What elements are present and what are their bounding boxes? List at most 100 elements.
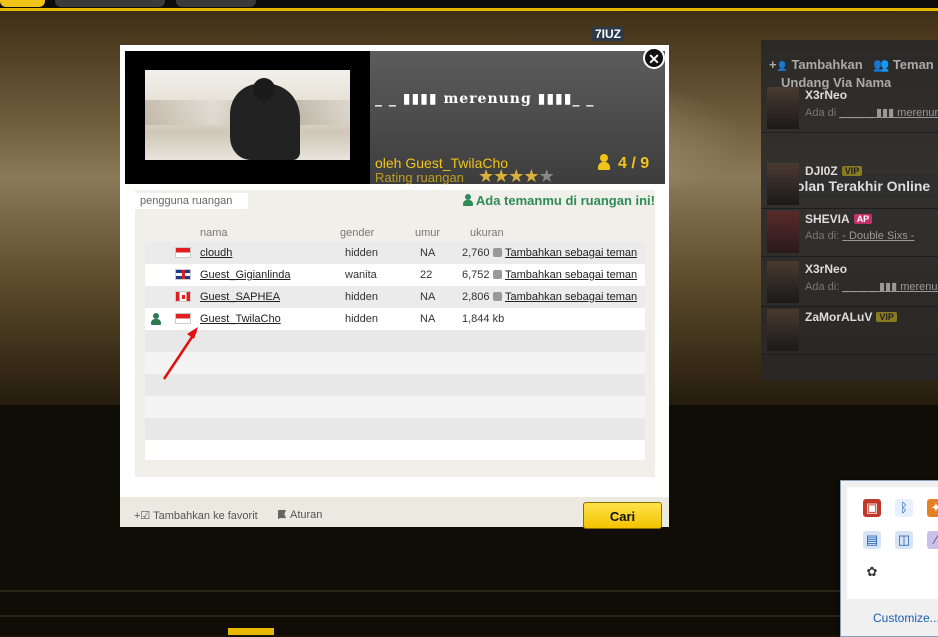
contact-name-text: SHEVIA (805, 212, 850, 226)
friends-label: Teman (892, 57, 934, 72)
network-icon[interactable]: ▤ (863, 531, 881, 549)
add-friend-icon (493, 292, 502, 301)
add-favorite-label: Tambahkan ke favorit (153, 510, 258, 522)
user-name-link[interactable]: Guest_SAPHEA (200, 291, 280, 303)
user-name: Guest_Gigianlinda (200, 269, 291, 281)
user-gender: hidden (345, 313, 379, 325)
tray-icon-area: ▣ ᛒ ✦ ▤ ◫ ∕ ✿ (847, 487, 938, 599)
add-friend-link[interactable]: Tambahkan sebagai teman (493, 247, 637, 259)
column-header-age: umur (415, 227, 441, 239)
user-age: NA (420, 291, 436, 303)
system-tray-popup: ▣ ᛒ ✦ ▤ ◫ ∕ ✿ Customize... (840, 480, 938, 637)
add-friend-text: Tambahkan sebagai teman (505, 247, 638, 259)
star-icon: ★ (508, 166, 524, 186)
user-name-link[interactable]: cloudh (200, 247, 232, 259)
thumbnail-head (253, 78, 275, 100)
location-prefix: Ada di: (805, 230, 840, 242)
table-row[interactable]: Guest_SAPHEA hidden NA 2,806 Tambahkan s… (145, 286, 645, 308)
user-name: cloudh (200, 247, 233, 259)
close-button[interactable]: ✕ (643, 47, 665, 69)
monitor-icon[interactable]: ▣ (863, 499, 881, 517)
contact-row[interactable]: DJI0Z VIP (761, 160, 938, 209)
location-room-link[interactable]: _ _ _ _ ▮▮▮ merenung (839, 107, 938, 119)
friend-notice-text: Ada temanmu di ruangan ini! (475, 193, 655, 208)
user-age: NA (420, 313, 436, 325)
contact-row[interactable]: ZaMorALuV VIP (761, 306, 938, 355)
customize-link[interactable]: Customize... (873, 611, 938, 625)
contact-row[interactable]: X3rNeo Ada di: _ _ _ _ ▮▮▮ merenung (761, 258, 938, 307)
user-gender: hidden (345, 247, 379, 259)
avatar (767, 87, 799, 129)
occupancy-count: 4 / 9 (618, 155, 650, 172)
floor-divider (0, 590, 938, 592)
rules-button[interactable]: Aturan (278, 509, 322, 521)
utility-icon[interactable]: ✿ (863, 563, 881, 581)
bluetooth-icon[interactable]: ᛒ (895, 499, 913, 517)
contact-name: DJI0Z VIP (805, 164, 863, 178)
avatar (767, 309, 799, 351)
flag-canada-icon (175, 291, 191, 302)
vip-badge: VIP (876, 312, 897, 322)
avatar (767, 163, 799, 205)
user-size: 2,760 (462, 247, 490, 259)
flag-icon (278, 510, 286, 519)
user-gender: wanita (345, 269, 377, 281)
friends-icon: 👥 (873, 57, 890, 72)
friends-button[interactable]: 👥 Teman (873, 57, 934, 73)
empty-row (145, 374, 645, 396)
user-gender: hidden (345, 291, 379, 303)
add-friend-link[interactable]: Tambahkan sebagai teman (493, 269, 637, 281)
friend-notice: Ada temanmu di ruangan ini! (462, 193, 655, 208)
column-header-name: nama (200, 227, 228, 239)
annotation-arrow-icon (162, 327, 198, 380)
users-table: cloudh hidden NA 2,760 Tambahkan sebagai… (145, 242, 645, 460)
half-star-icon: ★ (523, 166, 539, 186)
add-friend-button[interactable]: +👤 Tambahkan (769, 57, 863, 72)
location-room-link[interactable]: - Double Sixs - (842, 230, 914, 242)
user-age: NA (420, 247, 436, 259)
column-header-size: ukuran (470, 227, 504, 239)
location-room-link[interactable]: _ _ _ _ ▮▮▮ merenung (842, 281, 938, 293)
table-row[interactable]: cloudh hidden NA 2,760 Tambahkan sebagai… (145, 242, 645, 264)
contact-name-text: ZaMorALuV (805, 310, 873, 324)
flag-uk-icon (175, 269, 191, 280)
friend-icon (151, 313, 161, 325)
room-header: _ _ ▮▮▮▮ merenung ▮▮▮▮_ _ oleh Guest_Twi… (125, 51, 665, 187)
pen-icon[interactable]: ∕ (927, 531, 938, 549)
table-row[interactable]: Guest_Gigianlinda wanita 22 6,752 Tambah… (145, 264, 645, 286)
nav-tab[interactable] (176, 0, 256, 7)
display-icon[interactable]: ◫ (895, 531, 913, 549)
accent-strip (0, 8, 938, 11)
avatar (767, 261, 799, 303)
tab-room-users[interactable]: pengguna ruangan (135, 193, 248, 209)
empty-row (145, 396, 645, 418)
contact-location: Ada di _ _ _ _ ▮▮▮ merenung (805, 106, 938, 119)
rules-label: Aturan (290, 509, 323, 521)
search-button[interactable]: Cari (583, 502, 662, 529)
add-favorite-button[interactable]: +☑ Tambahkan ke favorit (134, 509, 258, 522)
user-size: 6,752 (462, 269, 490, 281)
friend-icon (462, 194, 473, 206)
nav-tab-active[interactable] (0, 0, 45, 7)
floor-divider (0, 615, 938, 617)
nav-tab[interactable] (55, 0, 165, 7)
contact-row[interactable]: X3rNeo Ada di _ _ _ _ ▮▮▮ merenung (761, 84, 938, 133)
contact-name: ZaMorALuV VIP (805, 310, 897, 324)
flag-indonesia-icon (175, 313, 191, 324)
user-name-link[interactable]: Guest_TwilaCho (200, 313, 281, 325)
table-row[interactable]: Guest_TwilaCho hidden NA 1,844 kb (145, 308, 645, 330)
app-icon[interactable]: ✦ (927, 499, 938, 517)
add-friend-link[interactable]: Tambahkan sebagai teman (493, 291, 637, 303)
star-icon: ★ (478, 166, 494, 186)
location-prefix: Ada di (805, 107, 837, 119)
empty-row (145, 418, 645, 440)
contact-name-text: DJI0Z (805, 164, 838, 178)
room-thumbnail (145, 70, 350, 160)
rating-stars: ★★★★★ (478, 166, 555, 187)
empty-star-icon: ★ (538, 166, 555, 186)
user-name-link[interactable]: Guest_Gigianlinda (200, 269, 291, 281)
empty-row (145, 330, 645, 352)
user-name: Guest_SAPHEA (200, 291, 281, 303)
room-info-dialog: _ _ ▮▮▮▮ merenung ▮▮▮▮_ _ oleh Guest_Twi… (120, 45, 669, 529)
contact-row[interactable]: SHEVIA AP Ada di: - Double Sixs - (761, 208, 938, 257)
